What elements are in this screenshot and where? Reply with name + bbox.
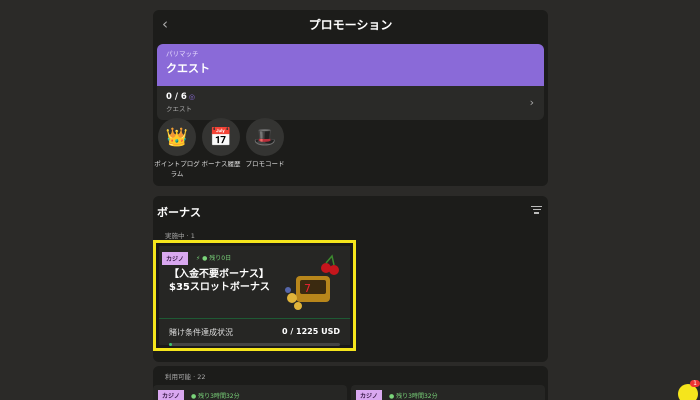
shortcut-label: ポイントプログラム — [154, 160, 200, 178]
shortcut-bonus-history[interactable]: 📅 ボーナス履歴 — [198, 118, 244, 169]
time-left-text: 残り3時間32分 — [396, 393, 438, 400]
calendar-icon: 📅 — [202, 118, 240, 156]
time-left-text: 残り3時間32分 — [198, 393, 240, 400]
crown-icon: 👑 — [158, 118, 196, 156]
quest-title: クエスト — [166, 62, 210, 75]
chevron-right-icon: › — [529, 96, 534, 109]
magic-hat-icon: 🎩 — [246, 118, 284, 156]
bonus-card[interactable]: カジノ ⚡ ● 残り0日 【入金不要ボーナス】 $35スロットボーナス 7 賭け… — [153, 240, 356, 351]
wager-value: 0 / 1225 USD — [281, 327, 340, 336]
wager-progress-fill — [169, 343, 173, 346]
time-left-text: 残り0日 — [209, 255, 232, 262]
bonus-card-body: カジノ ⚡ ● 残り0日 【入金不要ボーナス】 $35スロットボーナス 7 賭け… — [159, 246, 350, 346]
quest-coin-icon: ◎ — [188, 93, 195, 101]
promotions-panel: ‹ プロモーション パリマッチ クエスト 0 / 6 ◎ クエスト › 👑 ポイン… — [153, 10, 548, 186]
casino-badge: カジノ — [162, 252, 188, 265]
shortcut-promo-code[interactable]: 🎩 プロモコード — [242, 118, 288, 169]
header: ‹ プロモーション — [153, 10, 548, 36]
bonus-card-title: 【入金不要ボーナス】 $35スロットボーナス — [169, 268, 270, 294]
wager-label: 賭け条件達成状況 — [169, 328, 233, 337]
quest-banner[interactable]: パリマッチ クエスト — [157, 44, 544, 86]
shortcut-label: プロモコード — [245, 160, 285, 168]
casino-badge: カジノ — [356, 390, 382, 400]
slot-machine-icon: 7 — [285, 254, 339, 310]
shortcut-points-program[interactable]: 👑 ポイントプログラム — [154, 118, 200, 179]
casino-badge: カジノ — [158, 390, 184, 400]
page-title: プロモーション — [308, 18, 393, 32]
notification-count: 1 — [690, 380, 700, 387]
time-left-badge: ⚡ ● 残り0日 — [196, 255, 232, 262]
time-left-badge: ● 残り3時間32分 — [191, 393, 240, 400]
quest-progress-value: 0 / 6 — [166, 92, 187, 102]
bonus-title-line2: $35スロットボーナス — [169, 282, 270, 293]
active-count: 実施中 · 1 — [165, 232, 195, 240]
quest-brand-label: パリマッチ — [166, 50, 199, 58]
time-left-badge: ● 残り3時間32分 — [389, 393, 438, 400]
wager-progress-bar — [169, 343, 340, 346]
quest-progress-row[interactable]: 0 / 6 ◎ クエスト › — [157, 86, 544, 120]
bonus-section-title: ボーナス — [157, 206, 201, 219]
svg-text:7: 7 — [304, 282, 311, 295]
bonus-title-line1: 【入金不要ボーナス】 — [169, 269, 269, 280]
bonus-card-mini[interactable]: カジノ ● 残り3時間32分 — [153, 385, 347, 400]
available-count: 利用可能 · 22 — [165, 373, 206, 381]
shortcut-label: ボーナス履歴 — [201, 160, 241, 168]
divider — [159, 318, 350, 319]
quest-progress: 0 / 6 ◎ — [166, 92, 535, 102]
bonus-card-mini[interactable]: カジノ ● 残り3時間32分 — [351, 385, 545, 400]
quest-sub-label: クエスト — [166, 105, 192, 113]
filter-icon[interactable] — [531, 204, 542, 216]
